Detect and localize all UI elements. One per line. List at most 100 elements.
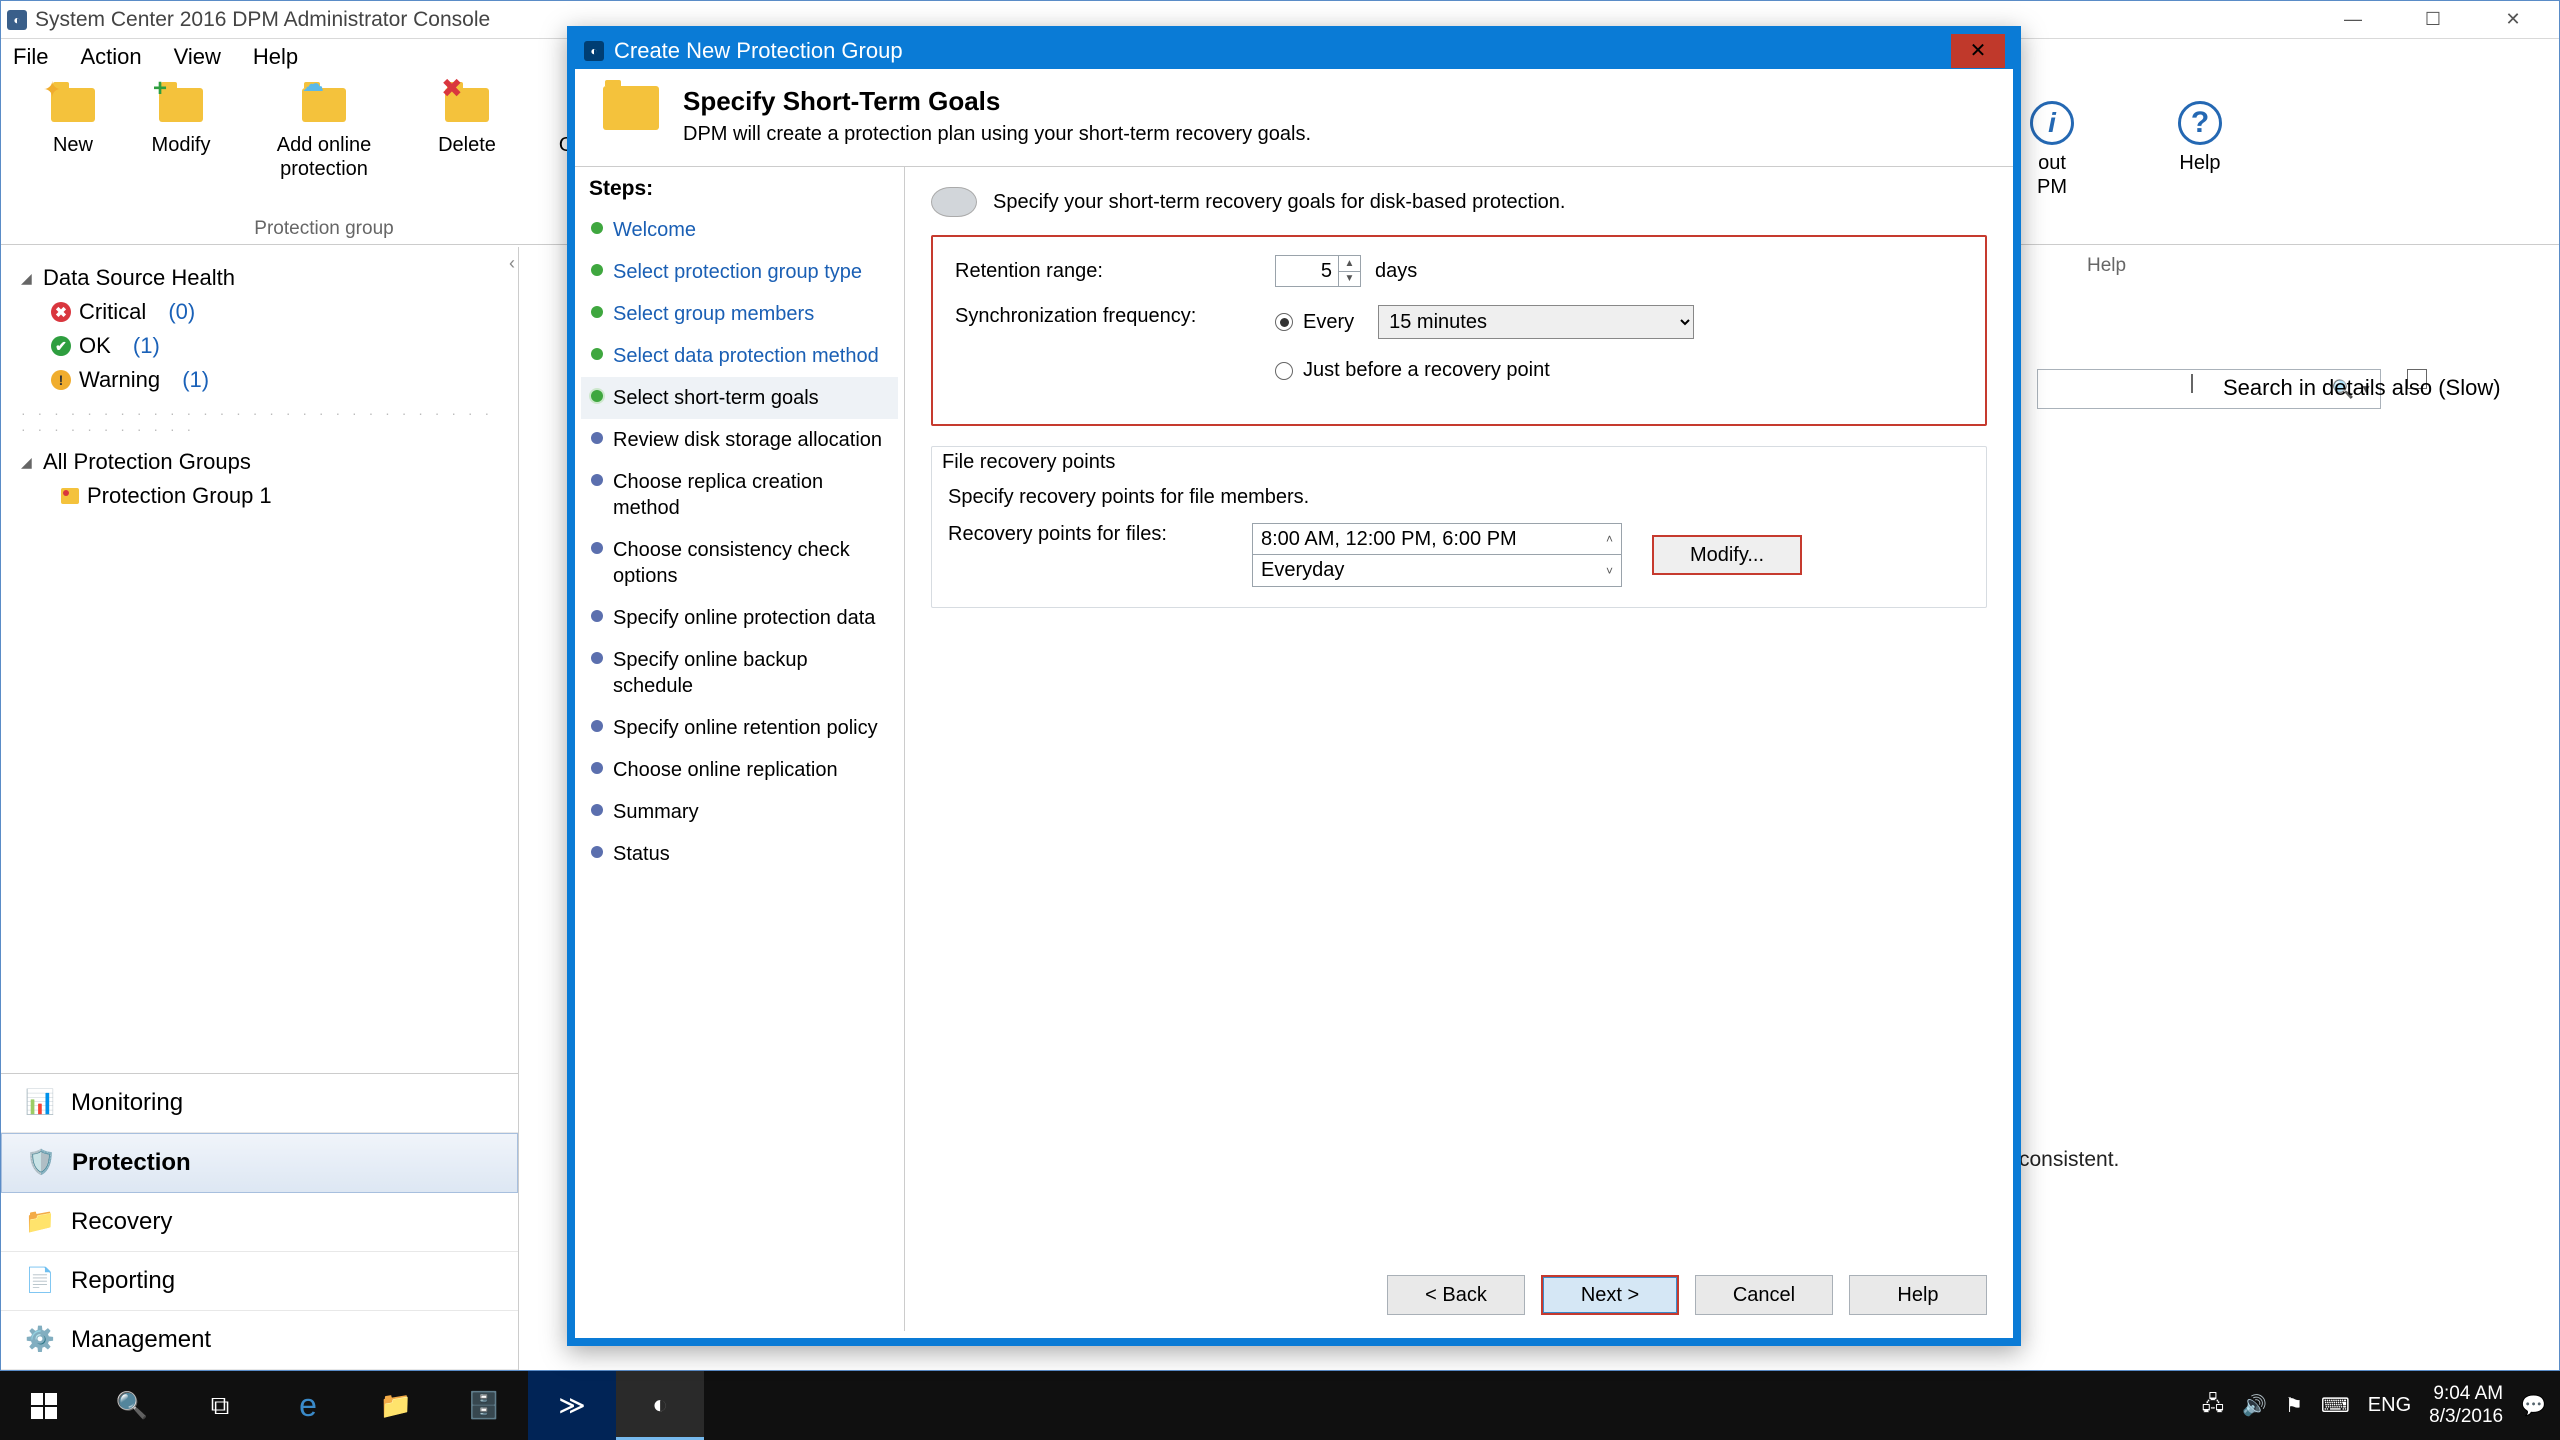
minimize-button[interactable]: ― xyxy=(2313,2,2393,38)
taskbar-powershell[interactable]: ≫ xyxy=(528,1371,616,1440)
step-replica: Choose replica creation method xyxy=(581,461,898,529)
modify-button[interactable]: Modify... xyxy=(1652,535,1802,575)
ok-icon: ✔ xyxy=(51,336,71,356)
search-details-checkbox-wrap[interactable] xyxy=(2191,375,2193,393)
step-select-method[interactable]: Select data protection method xyxy=(581,335,898,377)
dialog-footer: < Back Next > Cancel Help xyxy=(905,1252,2013,1338)
ribbon-add-online[interactable]: ☁ Add online protection xyxy=(249,81,399,181)
taskbar-ie[interactable]: e xyxy=(264,1371,352,1440)
sync-label: Synchronization frequency: xyxy=(955,305,1275,328)
monitoring-icon: 📊 xyxy=(25,1088,55,1118)
ribbon-modify[interactable]: + Modify xyxy=(141,81,221,181)
radio-every[interactable] xyxy=(1275,313,1293,331)
dialog-titlebar: ◐ Create New Protection Group ✕ xyxy=(574,33,2014,69)
close-button[interactable]: ✕ xyxy=(2473,2,2553,38)
menu-view[interactable]: View xyxy=(174,44,221,70)
dialog-icon: ◐ xyxy=(584,41,604,61)
retention-label: Retention range: xyxy=(955,260,1275,283)
recovery-points-display: 8:00 AM, 12:00 PM, 6:00 PM˄ Everyday˅ xyxy=(1252,523,1622,587)
task-view[interactable]: ⧉ xyxy=(176,1371,264,1440)
ribbon-delete[interactable]: ✖ Delete xyxy=(427,81,507,181)
dialog-content: Specify your short-term recovery goals f… xyxy=(905,167,2013,1331)
cancel-button[interactable]: Cancel xyxy=(1695,1275,1833,1315)
ribbon-group-protection: ✦ New + Modify ☁ Add online protection ✖… xyxy=(19,81,630,244)
taskbar-search[interactable]: 🔍 xyxy=(88,1371,176,1440)
step-online-backup: Specify online backup schedule xyxy=(581,639,898,707)
start-button[interactable] xyxy=(0,1371,88,1440)
sync-just-before-option[interactable]: Just before a recovery point xyxy=(1275,359,1694,382)
step-select-members[interactable]: Select group members xyxy=(581,293,898,335)
recovery-icon: 📁 xyxy=(25,1207,55,1237)
dialog-close-button[interactable]: ✕ xyxy=(1951,34,2005,68)
protection-group-1[interactable]: Protection Group 1 xyxy=(21,479,498,513)
nav-reporting[interactable]: 📄 Reporting xyxy=(1,1252,518,1311)
tray-clock[interactable]: 9:04 AM 8/3/2016 xyxy=(2429,1383,2503,1429)
dialog-header-subtitle: DPM will create a protection plan using … xyxy=(683,123,1311,146)
tray-notifications-icon[interactable]: 💬 xyxy=(2521,1393,2546,1418)
step-welcome[interactable]: Welcome xyxy=(581,209,898,251)
ribbon-right: i out PM ? Help xyxy=(2007,99,2245,199)
menu-action[interactable]: Action xyxy=(80,44,141,70)
chevron-down-icon[interactable]: ˅ xyxy=(1606,564,1613,578)
step-short-term[interactable]: Select short-term goals xyxy=(581,377,898,419)
rp-label: Recovery points for files: xyxy=(948,523,1238,546)
spin-down[interactable]: ▼ xyxy=(1339,272,1360,287)
ribbon-new[interactable]: ✦ New xyxy=(33,81,113,181)
spin-up[interactable]: ▲ xyxy=(1339,256,1360,272)
protection-group-icon xyxy=(61,488,79,504)
step-review-disk: Review disk storage allocation xyxy=(581,419,898,461)
menu-help[interactable]: Help xyxy=(253,44,298,70)
tray-keyboard-icon[interactable]: ⌨ xyxy=(2321,1393,2350,1418)
taskbar-explorer[interactable]: 📁 xyxy=(352,1371,440,1440)
menu-file[interactable]: File xyxy=(13,44,48,70)
tray-flag-icon[interactable]: ⚑ xyxy=(2285,1393,2303,1418)
tray-language[interactable]: ENG xyxy=(2368,1394,2411,1417)
steps-label: Steps: xyxy=(581,177,898,209)
critical-icon: ✖ xyxy=(51,302,71,322)
separator: · · · · · · · · · · · · · · · · · · · · … xyxy=(21,397,498,445)
search-details-label: Search in details also (Slow) xyxy=(2223,375,2501,401)
nav-monitoring[interactable]: 📊 Monitoring xyxy=(1,1074,518,1133)
health-warning[interactable]: ! Warning (1) xyxy=(21,363,498,397)
data-source-health-header[interactable]: ◢ Data Source Health xyxy=(21,261,498,295)
taskbar-dpm[interactable]: ◐ xyxy=(616,1371,704,1440)
create-protection-group-dialog: ◐ Create New Protection Group ✕ Specify … xyxy=(567,26,2021,1346)
dialog-header-title: Specify Short-Term Goals xyxy=(683,86,1311,117)
collapse-icon[interactable]: ◢ xyxy=(21,270,35,287)
tray-network-icon[interactable]: 🖧 xyxy=(2202,1389,2224,1423)
back-button[interactable]: < Back xyxy=(1387,1275,1525,1315)
nav-recovery[interactable]: 📁 Recovery xyxy=(1,1193,518,1252)
health-critical[interactable]: ✖ Critical (0) xyxy=(21,295,498,329)
step-select-type[interactable]: Select protection group type xyxy=(581,251,898,293)
step-online-repl: Choose online replication xyxy=(581,749,898,791)
frp-description: Specify recovery points for file members… xyxy=(948,486,1970,509)
sync-frequency-select[interactable]: 15 minutes xyxy=(1378,305,1694,339)
retention-unit: days xyxy=(1375,260,1417,283)
next-button[interactable]: Next > xyxy=(1541,1275,1679,1315)
sync-every-option[interactable]: Every 15 minutes xyxy=(1275,305,1694,339)
tray-volume-icon[interactable]: 🔊 xyxy=(2242,1393,2267,1418)
sidebar-collapse-handle[interactable]: ‹ xyxy=(509,253,515,274)
management-icon: ⚙️ xyxy=(25,1325,55,1355)
nav-management[interactable]: ⚙️ Management xyxy=(1,1311,518,1370)
frp-title: File recovery points xyxy=(932,447,1986,480)
step-summary: Summary xyxy=(581,791,898,833)
radio-just-before[interactable] xyxy=(1275,362,1293,380)
navigation-pane: 📊 Monitoring 🛡️ Protection 📁 Recovery 📄 … xyxy=(1,1073,518,1370)
dialog-header-icon xyxy=(603,86,661,138)
retention-input[interactable] xyxy=(1276,256,1338,286)
health-ok[interactable]: ✔ OK (1) xyxy=(21,329,498,363)
nav-protection[interactable]: 🛡️ Protection xyxy=(1,1133,518,1193)
maximize-button[interactable]: ☐ xyxy=(2393,2,2473,38)
help-icon: ? xyxy=(2178,101,2222,145)
retention-spinner[interactable]: ▲▼ xyxy=(1275,255,1361,287)
info-icon: i xyxy=(2030,101,2074,145)
protection-icon: 🛡️ xyxy=(26,1148,56,1178)
help-button[interactable]: Help xyxy=(1849,1275,1987,1315)
ribbon-group-label: Protection group xyxy=(254,218,393,244)
ribbon-help[interactable]: ? Help xyxy=(2155,99,2245,199)
collapse-icon[interactable]: ◢ xyxy=(21,454,35,471)
chevron-up-icon[interactable]: ˄ xyxy=(1606,532,1613,546)
all-protection-groups-header[interactable]: ◢ All Protection Groups xyxy=(21,445,498,479)
taskbar-server-manager[interactable]: 🗄️ xyxy=(440,1371,528,1440)
